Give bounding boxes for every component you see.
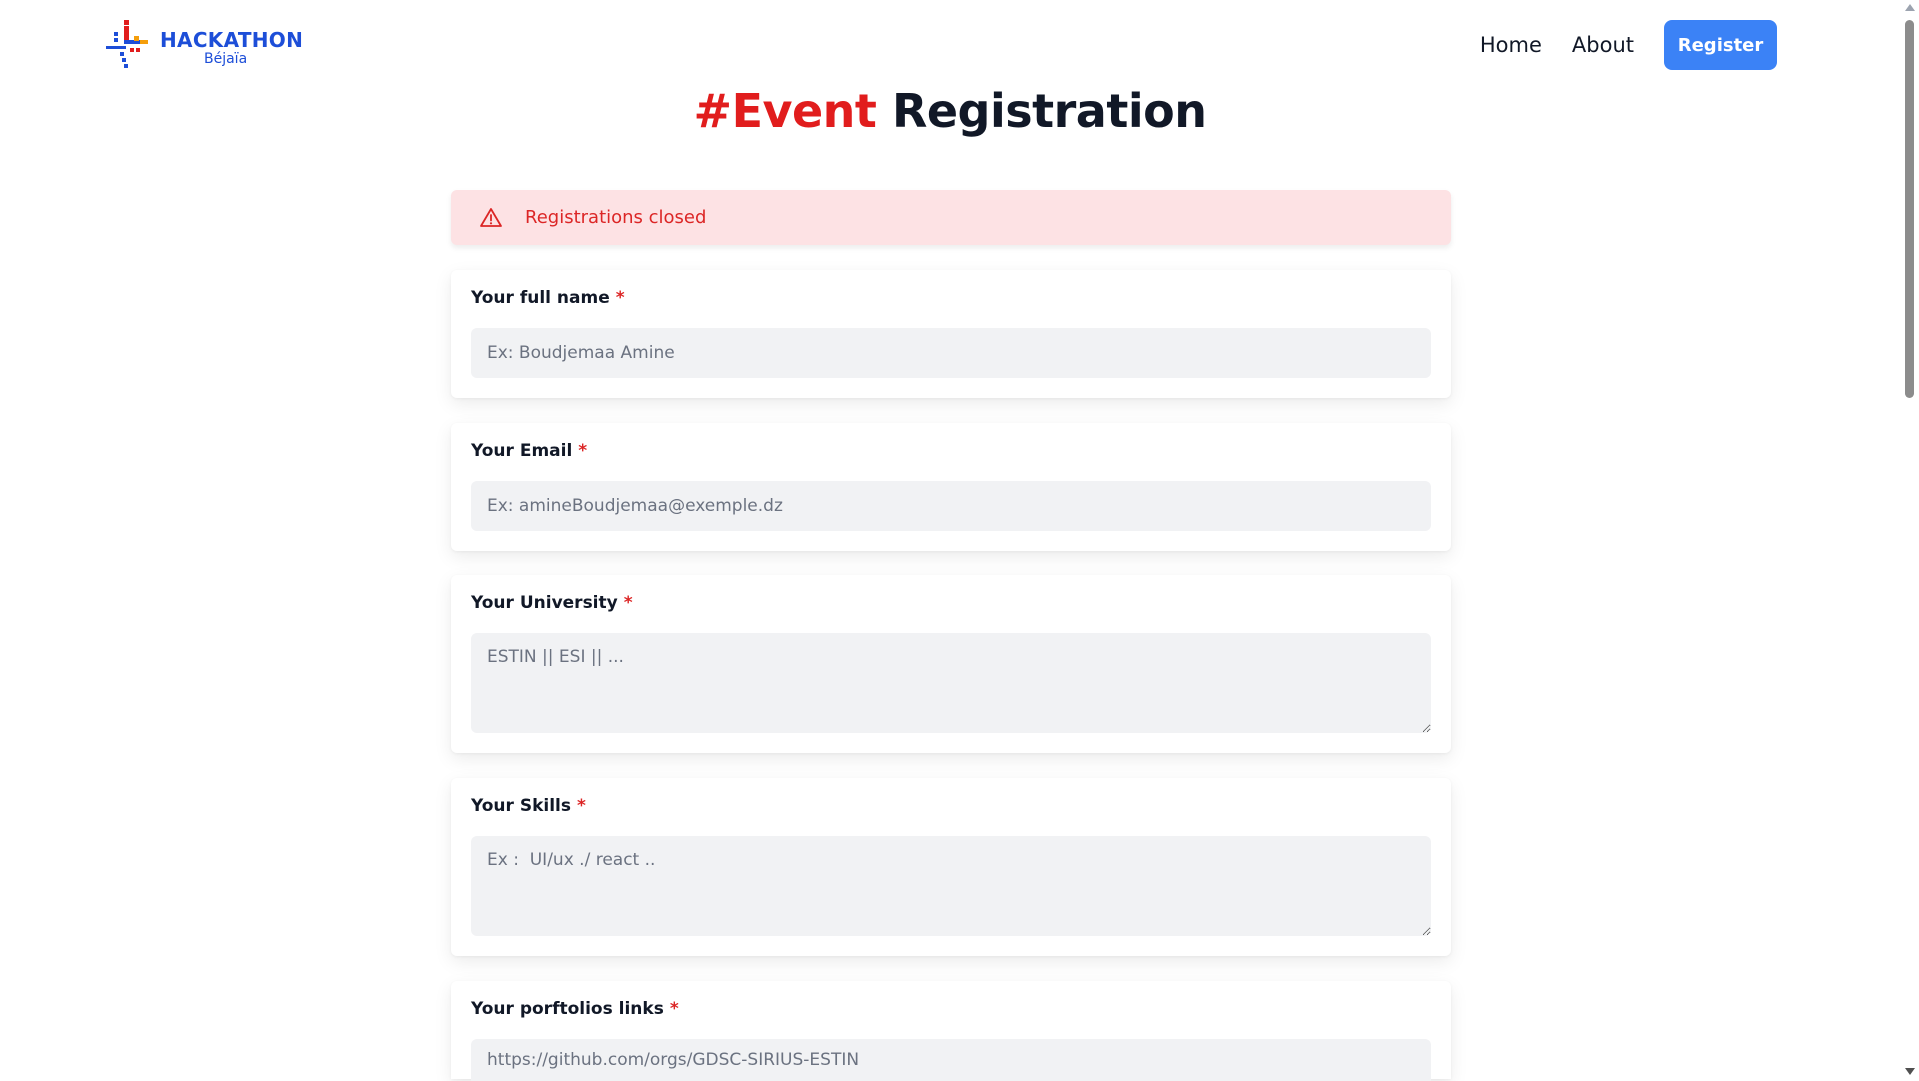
scrollbar-thumb[interactable]	[1905, 20, 1914, 398]
page-title-accent: #Event	[693, 84, 877, 138]
full-name-input[interactable]	[471, 328, 1431, 378]
skills-label: Your Skills *	[471, 796, 586, 816]
required-mark: *	[578, 441, 588, 461]
scroll-down-arrow-icon[interactable]	[1905, 1068, 1915, 1075]
portfolio-label: Your porftolios links *	[471, 999, 679, 1019]
university-label: Your University *	[471, 593, 633, 613]
email-card: Your Email *	[451, 423, 1451, 551]
nav-about-link[interactable]: About	[1572, 33, 1634, 57]
required-mark: *	[623, 593, 633, 613]
email-label: Your Email *	[471, 441, 587, 461]
portfolio-label-text: Your porftolios links	[471, 999, 664, 1019]
portfolio-card: Your porftolios links *	[451, 981, 1451, 1081]
page-scrollbar[interactable]	[1900, 0, 1919, 1079]
email-input[interactable]	[471, 481, 1431, 531]
university-textarea[interactable]	[471, 633, 1431, 733]
warning-icon	[480, 207, 502, 227]
nav-home-link[interactable]: Home	[1480, 33, 1542, 57]
email-label-text: Your Email	[471, 441, 573, 461]
portfolio-input[interactable]	[471, 1039, 1431, 1081]
logo-mark-icon	[106, 20, 148, 68]
page-title-main: Registration	[891, 84, 1207, 138]
brand-subtitle: Béjaïa	[204, 51, 248, 67]
header: HACKATHON Béjaïa Home About Register	[0, 0, 1900, 90]
required-mark: *	[669, 999, 679, 1019]
skills-card: Your Skills *	[451, 778, 1451, 956]
register-button[interactable]: Register	[1664, 20, 1777, 70]
page-title: #Event Registration	[0, 84, 1900, 138]
hackathon-logo[interactable]: HACKATHON Béjaïa	[104, 18, 304, 72]
required-mark: *	[576, 796, 586, 816]
full-name-label: Your full name *	[471, 288, 625, 308]
full-name-card: Your full name *	[451, 270, 1451, 398]
university-card: Your University *	[451, 575, 1451, 753]
main-nav: Home About Register	[1480, 20, 1777, 70]
skills-label-text: Your Skills	[471, 796, 571, 816]
required-mark: *	[615, 288, 625, 308]
university-label-text: Your University	[471, 593, 618, 613]
brand-title: HACKATHON	[160, 28, 304, 52]
alert-text: Registrations closed	[525, 207, 707, 228]
registrations-closed-alert: Registrations closed	[451, 190, 1451, 245]
full-name-label-text: Your full name	[471, 288, 610, 308]
scroll-up-arrow-icon[interactable]	[1905, 4, 1915, 11]
skills-textarea[interactable]	[471, 836, 1431, 936]
